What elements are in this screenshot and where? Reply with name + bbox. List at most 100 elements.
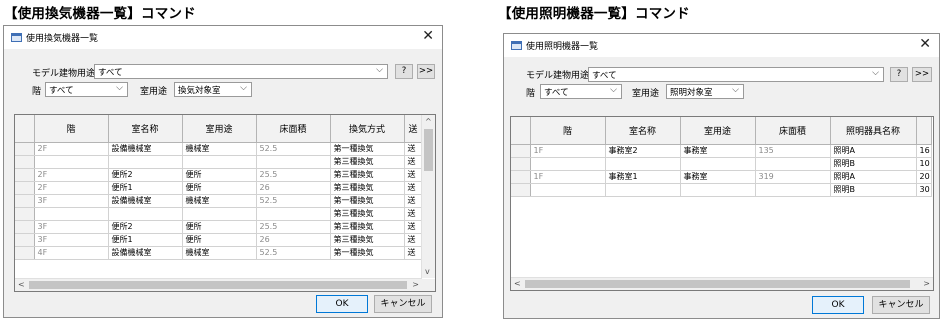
table-cell[interactable]: 26 <box>256 181 331 195</box>
floor-select[interactable]: すべて ⌵ <box>45 82 128 97</box>
table-cell[interactable] <box>530 183 606 197</box>
table-cell[interactable]: 機械室 <box>182 246 257 260</box>
scroll-thumb[interactable] <box>525 280 910 288</box>
table-cell[interactable]: 第三種換気 <box>330 220 405 234</box>
table-row[interactable]: 第三種換気送 <box>15 207 423 221</box>
cancel-button[interactable]: キャンセル <box>872 296 930 314</box>
table-cell[interactable]: 設備機械室 <box>108 246 183 260</box>
table-cell[interactable]: 第三種換気 <box>330 207 405 221</box>
table-cell[interactable]: 3F <box>34 194 109 208</box>
room-usage-select[interactable]: 換気対象室 ⌵ <box>174 82 252 97</box>
row-header[interactable] <box>15 207 35 221</box>
table-cell[interactable]: 送 <box>404 142 423 156</box>
scroll-thumb[interactable] <box>424 129 433 171</box>
model-usage-select[interactable]: すべて ⌵ <box>94 64 388 79</box>
row-header[interactable] <box>15 194 35 208</box>
table-row[interactable]: 2F 便所2 便所 25.5 第三種換気送 <box>15 168 423 182</box>
table-cell[interactable]: 10 <box>916 157 932 171</box>
table-cell[interactable]: 2F <box>34 168 109 182</box>
column-header[interactable]: 室名称 <box>605 117 681 145</box>
scroll-up-icon[interactable]: ^ <box>425 117 432 127</box>
table-row[interactable]: 第三種換気送 <box>15 155 423 169</box>
table-cell[interactable]: 第一種換気 <box>330 194 405 208</box>
row-header[interactable] <box>15 168 35 182</box>
table-cell[interactable]: 20 <box>916 170 932 184</box>
table-cell[interactable]: 第一種換気 <box>330 246 405 260</box>
column-header[interactable]: 室用途 <box>680 117 756 145</box>
table-cell[interactable]: 16 <box>916 144 932 158</box>
table-cell[interactable]: 送 <box>404 181 423 195</box>
table-cell[interactable]: 設備機械室 <box>108 142 183 156</box>
table-cell[interactable]: 便所 <box>182 181 257 195</box>
table-row[interactable]: 照明B 10 <box>511 157 932 171</box>
table-cell[interactable] <box>182 207 257 221</box>
table-cell[interactable]: 52.5 <box>256 194 331 208</box>
column-header[interactable]: 照明器具名称 <box>830 117 917 145</box>
horizontal-scrollbar[interactable]: < > <box>15 278 422 291</box>
room-usage-select[interactable]: 照明対象室 ⌵ <box>666 84 744 99</box>
row-header[interactable] <box>15 142 35 156</box>
table-cell[interactable] <box>530 157 606 171</box>
vertical-scrollbar[interactable]: ^ v <box>421 115 435 278</box>
column-header[interactable] <box>916 117 932 145</box>
table-cell[interactable]: 第三種換気 <box>330 168 405 182</box>
row-header[interactable] <box>15 181 35 195</box>
column-header[interactable]: 床面積 <box>755 117 831 145</box>
column-header[interactable]: 階 <box>34 115 109 143</box>
table-cell[interactable] <box>256 155 331 169</box>
table-row[interactable]: 3F 便所1 便所 26 第三種換気送 <box>15 233 423 247</box>
table-cell[interactable]: 1F <box>530 170 606 184</box>
table-cell[interactable] <box>108 155 183 169</box>
table-cell[interactable]: 便所2 <box>108 220 183 234</box>
table-cell[interactable]: 便所1 <box>108 181 183 195</box>
column-header[interactable]: 換気方式 <box>330 115 405 143</box>
table-row[interactable]: 2F 設備機械室 機械室 52.5 第一種換気送 <box>15 142 423 156</box>
table-cell[interactable]: 3F <box>34 220 109 234</box>
table-cell[interactable]: 2F <box>34 181 109 195</box>
table-cell[interactable]: 第三種換気 <box>330 155 405 169</box>
table-cell[interactable]: 第三種換気 <box>330 181 405 195</box>
expand-button[interactable]: >> <box>417 64 435 79</box>
table-cell[interactable]: 52.5 <box>256 246 331 260</box>
close-icon[interactable]: ✕ <box>919 36 931 52</box>
column-header[interactable]: 送 <box>404 115 423 143</box>
column-header[interactable]: 室用途 <box>182 115 257 143</box>
table-cell[interactable]: 送 <box>404 168 423 182</box>
table-cell[interactable]: 事務室 <box>680 144 756 158</box>
table-cell[interactable]: 30 <box>916 183 932 197</box>
table-cell[interactable]: 135 <box>755 144 831 158</box>
scroll-right-icon[interactable]: > <box>412 280 419 290</box>
row-header[interactable] <box>15 246 35 260</box>
table-cell[interactable]: 便所1 <box>108 233 183 247</box>
table-cell[interactable]: 事務室1 <box>605 170 681 184</box>
table-cell[interactable] <box>605 183 681 197</box>
table-cell[interactable] <box>755 157 831 171</box>
scroll-thumb[interactable] <box>29 281 407 289</box>
floor-select[interactable]: すべて ⌵ <box>540 84 622 99</box>
table-cell[interactable]: 3F <box>34 233 109 247</box>
table-row[interactable]: 1F 事務室1 事務室 319 照明A 20 <box>511 170 932 184</box>
table-cell[interactable]: 25.5 <box>256 168 331 182</box>
table-cell[interactable] <box>755 183 831 197</box>
table-cell[interactable]: 機械室 <box>182 142 257 156</box>
cancel-button[interactable]: キャンセル <box>374 295 432 313</box>
row-header[interactable] <box>15 155 35 169</box>
table-row[interactable]: 3F 設備機械室 機械室 52.5 第一種換気送 <box>15 194 423 208</box>
table-row[interactable]: 1F 事務室2 事務室 135 照明A 16 <box>511 144 932 158</box>
ok-button[interactable]: OK <box>316 295 368 313</box>
table-cell[interactable]: 便所2 <box>108 168 183 182</box>
table-row[interactable]: 2F 便所1 便所 26 第三種換気送 <box>15 181 423 195</box>
table-cell[interactable]: 送 <box>404 155 423 169</box>
row-header[interactable] <box>511 183 531 197</box>
model-usage-select[interactable]: すべて ⌵ <box>588 67 884 82</box>
help-button[interactable]: ? <box>395 64 413 79</box>
ok-button[interactable]: OK <box>812 296 864 314</box>
table-cell[interactable]: 便所 <box>182 233 257 247</box>
table-cell[interactable]: 照明B <box>830 183 917 197</box>
table-cell[interactable] <box>34 207 109 221</box>
column-header[interactable]: 床面積 <box>256 115 331 143</box>
horizontal-scrollbar[interactable]: < > <box>511 277 933 290</box>
row-header[interactable] <box>15 220 35 234</box>
table-cell[interactable]: 送 <box>404 220 423 234</box>
row-header[interactable] <box>15 233 35 247</box>
